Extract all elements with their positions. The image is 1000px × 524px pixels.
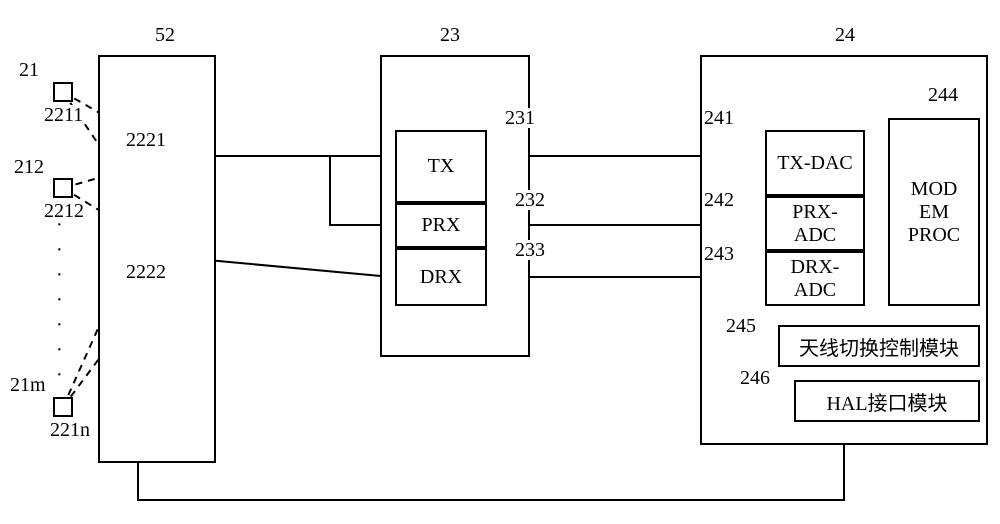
drx-block: DRX	[395, 248, 487, 306]
dots-icon: ·	[56, 290, 63, 310]
dots-icon: ·	[56, 240, 63, 260]
switch-container	[98, 55, 216, 463]
prx-label: PRX	[397, 205, 485, 246]
antenna-2-box	[53, 178, 73, 198]
dots-icon: ·	[56, 265, 63, 285]
switch-title: 52	[155, 25, 175, 45]
antenna-1-box	[53, 82, 73, 102]
antenna-ctrl-id: 245	[726, 316, 756, 336]
tx-block: TX	[395, 130, 487, 203]
modem-block: MOD EM PROC	[888, 118, 980, 306]
prx-id: 232	[515, 190, 545, 210]
modem-id: 244	[928, 85, 958, 105]
dots-icon: ·	[56, 365, 63, 385]
antenna-1-id: 21	[19, 60, 39, 80]
prx-adc-label: PRX- ADC	[767, 198, 863, 249]
antenna-2-inner: 2212	[44, 201, 84, 221]
drx-label: DRX	[397, 250, 485, 304]
drx-adc-label: DRX- ADC	[767, 253, 863, 304]
dots-icon: ·	[56, 340, 63, 360]
antenna-ctrl-label: 天线切换控制模块	[780, 327, 978, 365]
hal-id: 246	[740, 368, 770, 388]
drx-id: 233	[515, 240, 545, 260]
prx-adc-block: PRX- ADC	[765, 196, 865, 251]
prx-adc-id: 242	[704, 190, 734, 210]
switch-port-2: 2222	[126, 262, 166, 282]
antenna-m-inner: 221n	[50, 420, 90, 440]
diagram-stage: 52 · · · · · · · 21 2211 212 2212 21m 22…	[0, 0, 1000, 524]
drx-adc-block: DRX- ADC	[765, 251, 865, 306]
prx-block: PRX	[395, 203, 487, 248]
antenna-1-inner: 2211	[44, 105, 83, 125]
modem-label: MOD EM PROC	[890, 120, 978, 304]
tx-label: TX	[397, 132, 485, 201]
antenna-ctrl-block: 天线切换控制模块	[778, 325, 980, 367]
baseband-title: 24	[835, 25, 855, 45]
hal-label: HAL接口模块	[796, 382, 978, 420]
antenna-m-box	[53, 397, 73, 417]
drx-adc-id: 243	[704, 244, 734, 264]
tx-id: 231	[505, 108, 535, 128]
antenna-m-id: 21m	[10, 375, 46, 395]
dots-icon: ·	[56, 315, 63, 335]
tx-dac-block: TX-DAC	[765, 130, 865, 196]
transceiver-title: 23	[440, 25, 460, 45]
switch-port-1: 2221	[126, 130, 166, 150]
tx-dac-label: TX-DAC	[767, 132, 863, 194]
antenna-2-id: 212	[14, 157, 44, 177]
hal-block: HAL接口模块	[794, 380, 980, 422]
tx-dac-id: 241	[704, 108, 734, 128]
